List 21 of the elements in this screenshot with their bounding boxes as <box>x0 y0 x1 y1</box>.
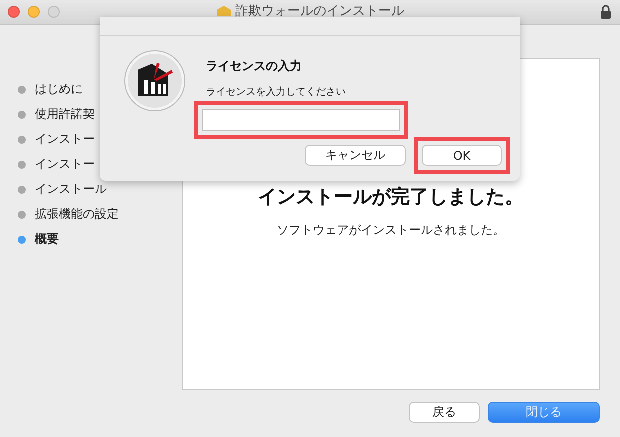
completion-heading: インストールが完了しました。 <box>258 185 524 210</box>
step-label: インストー <box>35 131 95 148</box>
step-label: 使用許諾契 <box>35 106 95 123</box>
step-label: はじめに <box>35 81 83 98</box>
minimize-button[interactable] <box>28 6 40 18</box>
window-title: 詐欺ウォールのインストール <box>236 3 404 20</box>
close-button[interactable] <box>8 6 20 18</box>
ok-button[interactable]: OK <box>422 145 502 166</box>
completion-message: ソフトウェアがインストールされました。 <box>277 222 505 239</box>
dialog-prompt: ライセンスを入力してください <box>206 86 347 99</box>
step-label: 概要 <box>35 231 59 248</box>
cancel-button[interactable]: キャンセル <box>305 145 406 166</box>
back-button[interactable]: 戻る <box>409 402 480 423</box>
zoom-button[interactable] <box>48 6 60 18</box>
dialog-title: ライセンスの入力 <box>206 58 303 75</box>
step-label: 拡張機能の設定 <box>35 206 119 223</box>
step-label: インストー <box>35 156 95 173</box>
lock-icon <box>600 4 612 20</box>
app-icon <box>124 50 186 112</box>
license-input-field[interactable] <box>202 109 400 131</box>
step-label: インストール <box>35 181 107 198</box>
